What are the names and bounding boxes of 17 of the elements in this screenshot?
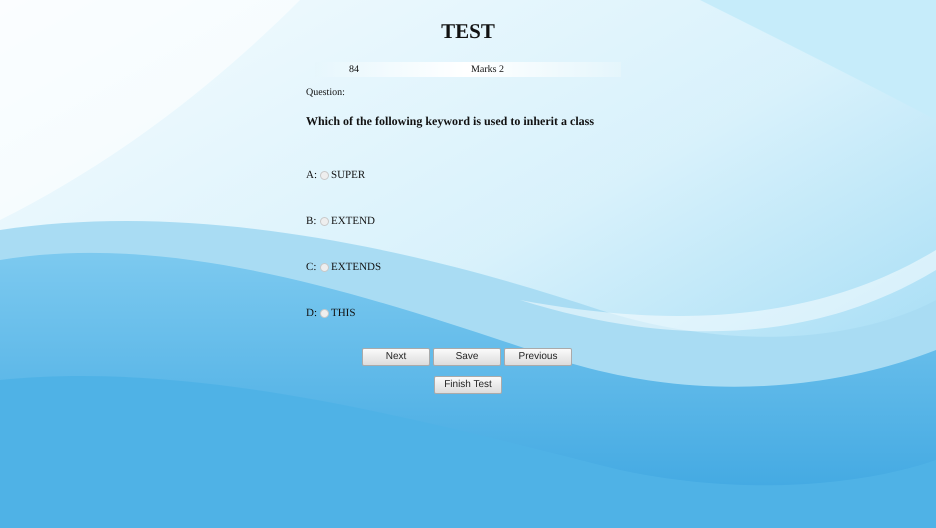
finish-test-button[interactable]: Finish Test: [434, 376, 502, 394]
option-text: EXTENDS: [331, 260, 382, 276]
marks-text: Marks 2: [471, 62, 504, 76]
nav-button[interactable]: Next: [362, 348, 430, 366]
nav-button[interactable]: Previous: [504, 348, 572, 366]
option-text: THIS: [331, 306, 356, 322]
question-label: Question:: [306, 86, 346, 100]
option-text: EXTEND: [331, 214, 375, 230]
nav-button[interactable]: Save: [433, 348, 501, 366]
question-text: Which of the following keyword is used to inherit a class: [306, 112, 596, 130]
question-number: 84: [349, 62, 359, 76]
option-letter: C:: [306, 260, 318, 276]
option-letter: A:: [306, 168, 318, 184]
page-title: TEST: [441, 18, 495, 45]
option-text: SUPER: [331, 168, 366, 184]
option-letter: B:: [306, 214, 318, 230]
option-letter: D:: [306, 306, 318, 322]
